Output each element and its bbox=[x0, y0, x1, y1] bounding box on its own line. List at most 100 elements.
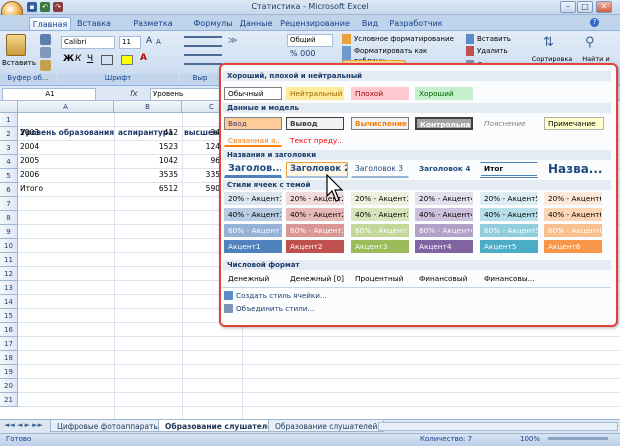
redo-icon[interactable]: ↷ bbox=[53, 2, 63, 12]
name-box[interactable]: A1 bbox=[2, 88, 96, 101]
help-icon[interactable]: ? bbox=[590, 18, 599, 27]
create-style-link[interactable]: Создать стиль ячейки... bbox=[236, 291, 327, 300]
style-r20-accent1[interactable]: 20% - Акцент1 bbox=[224, 192, 282, 205]
delete-cells-button[interactable]: Удалить bbox=[466, 46, 512, 56]
style-comma-0[interactable]: Финансовы... bbox=[480, 272, 542, 285]
underline-icon[interactable]: Ч bbox=[87, 54, 93, 64]
style-check-cell[interactable]: Контрольна... bbox=[415, 117, 473, 130]
style-r40-accent5[interactable]: 40% - Акцент5 bbox=[480, 208, 538, 221]
merge-styles-link[interactable]: Объединить стили... bbox=[236, 304, 314, 313]
table-cell[interactable]: 2004 bbox=[20, 140, 112, 154]
copy-icon[interactable] bbox=[40, 47, 51, 58]
percent-icon[interactable]: % 000 bbox=[290, 49, 315, 58]
row-header[interactable]: 19 bbox=[0, 365, 18, 379]
style-r60-accent4[interactable]: 60% - Акцент4 bbox=[415, 224, 473, 237]
row-header[interactable]: 15 bbox=[0, 309, 18, 323]
row-header[interactable]: 11 bbox=[0, 253, 18, 267]
sheet-tab[interactable]: Цифровые фотоаппараты bbox=[50, 419, 167, 432]
row-header[interactable]: 6 bbox=[0, 183, 18, 197]
table-cell[interactable]: 2005 bbox=[20, 154, 112, 168]
tab-developer[interactable]: Разработчик bbox=[388, 17, 444, 30]
style-racc-accent6[interactable]: Акцент6 bbox=[544, 240, 602, 253]
row-header[interactable]: 8 bbox=[0, 211, 18, 225]
format-painter-icon[interactable] bbox=[40, 60, 51, 71]
style-racc-accent5[interactable]: Акцент5 bbox=[480, 240, 538, 253]
style-currency-0[interactable]: Денежный [0] bbox=[286, 272, 348, 285]
style-r40-accent3[interactable]: 40% - Акцент3 bbox=[351, 208, 409, 221]
row-header[interactable]: 14 bbox=[0, 295, 18, 309]
style-currency[interactable]: Денежный bbox=[224, 272, 282, 285]
align-top-icon[interactable] bbox=[184, 36, 222, 47]
row-header[interactable]: 10 bbox=[0, 239, 18, 253]
find-icon[interactable]: ⚲ bbox=[585, 35, 595, 50]
fill-color-icon[interactable] bbox=[121, 55, 133, 65]
style-linked-cell[interactable]: Связанная я... bbox=[224, 134, 282, 147]
style-neutral[interactable]: Нейтральный bbox=[286, 87, 344, 100]
sheet-tab-active[interactable]: Образование слушателей bbox=[158, 419, 285, 432]
row-header[interactable]: 13 bbox=[0, 281, 18, 295]
sheet-nav-icon[interactable]: ◄◄ ◄ ► ►► bbox=[4, 421, 43, 429]
row-header[interactable]: 16 bbox=[0, 323, 18, 337]
style-r60-accent5[interactable]: 60% - Акцент5 bbox=[480, 224, 538, 237]
column-header[interactable]: B bbox=[114, 101, 182, 113]
row-header[interactable]: 18 bbox=[0, 351, 18, 365]
row-header[interactable]: 1 bbox=[0, 113, 18, 127]
style-bad[interactable]: Плохой bbox=[351, 87, 409, 100]
style-r60-accent6[interactable]: 60% - Акцент6 bbox=[544, 224, 602, 237]
style-good[interactable]: Хороший bbox=[415, 87, 473, 100]
table-cell[interactable]: 335 bbox=[184, 168, 220, 182]
column-header[interactable]: A bbox=[18, 101, 114, 113]
table-cell[interactable]: 124 bbox=[184, 140, 220, 154]
row-header[interactable]: 4 bbox=[0, 155, 18, 169]
style-warning-text[interactable]: Текст преду... bbox=[286, 134, 344, 147]
align-left-icon[interactable] bbox=[184, 54, 222, 65]
tab-data[interactable]: Данные bbox=[236, 17, 276, 30]
tab-view[interactable]: Вид bbox=[355, 17, 385, 30]
style-heading-3[interactable]: Заголовок 3 bbox=[351, 162, 409, 178]
sort-filter-icon[interactable]: ⇅ bbox=[543, 35, 554, 50]
style-heading-1[interactable]: Заголов... bbox=[224, 162, 282, 178]
undo-icon[interactable]: ↶ bbox=[40, 2, 50, 12]
maximize-button[interactable]: □ bbox=[577, 1, 593, 13]
tab-formulas[interactable]: Формулы bbox=[193, 17, 233, 30]
row-header[interactable]: 7 bbox=[0, 197, 18, 211]
style-calculation[interactable]: Вычисление bbox=[351, 117, 409, 130]
style-r40-accent1[interactable]: 40% - Акцент1 bbox=[224, 208, 282, 221]
style-r20-accent6[interactable]: 20% - Акцент6 bbox=[544, 192, 602, 205]
table-cell[interactable]: 1523 bbox=[116, 140, 178, 154]
style-racc-accent1[interactable]: Акцент1 bbox=[224, 240, 282, 253]
style-percent[interactable]: Процентный bbox=[351, 272, 409, 285]
close-button[interactable]: ✕ bbox=[596, 1, 612, 13]
style-input[interactable]: Ввод bbox=[224, 117, 282, 130]
insert-cells-button[interactable]: Вставить bbox=[466, 34, 512, 44]
tab-review[interactable]: Рецензирование bbox=[279, 17, 351, 30]
style-explanatory[interactable]: Пояснение bbox=[480, 117, 538, 130]
table-cell[interactable]: Итого bbox=[20, 182, 112, 196]
zoom-slider[interactable] bbox=[548, 437, 608, 440]
style-racc-accent4[interactable]: Акцент4 bbox=[415, 240, 473, 253]
style-racc-accent2[interactable]: Акцент2 bbox=[286, 240, 344, 253]
style-r60-accent3[interactable]: 60% - Акцент3 bbox=[351, 224, 409, 237]
row-header[interactable]: 5 bbox=[0, 169, 18, 183]
sheet-tab[interactable]: Образование слушателей bbox=[268, 419, 385, 432]
minimize-button[interactable]: – bbox=[560, 1, 576, 13]
shrink-font-icon[interactable]: A bbox=[156, 38, 161, 46]
table-cell[interactable]: 2003 bbox=[20, 126, 112, 140]
select-all-corner[interactable] bbox=[0, 101, 18, 113]
orientation-icon[interactable]: ≫ bbox=[228, 36, 237, 46]
style-title[interactable]: Назва... bbox=[544, 160, 604, 178]
table-cell[interactable]: 3535 bbox=[116, 168, 178, 182]
style-total[interactable]: Итог bbox=[480, 162, 538, 178]
style-output[interactable]: Вывод bbox=[286, 117, 344, 130]
italic-icon[interactable]: К bbox=[75, 54, 81, 64]
horizontal-scrollbar[interactable] bbox=[378, 422, 618, 431]
tab-page-layout[interactable]: Разметка страницы bbox=[116, 17, 190, 41]
style-r60-accent1[interactable]: 60% - Акцент1 bbox=[224, 224, 282, 237]
paste-button[interactable]: Вставить bbox=[2, 58, 36, 68]
row-header[interactable]: 21 bbox=[0, 393, 18, 407]
style-comma[interactable]: Финансовый bbox=[415, 272, 473, 285]
style-r20-accent4[interactable]: 20% - Акцент4 bbox=[415, 192, 473, 205]
number-format-select[interactable]: Общий bbox=[287, 34, 333, 47]
style-r40-accent2[interactable]: 40% - Акцент2 bbox=[286, 208, 344, 221]
paste-icon[interactable] bbox=[6, 34, 26, 56]
